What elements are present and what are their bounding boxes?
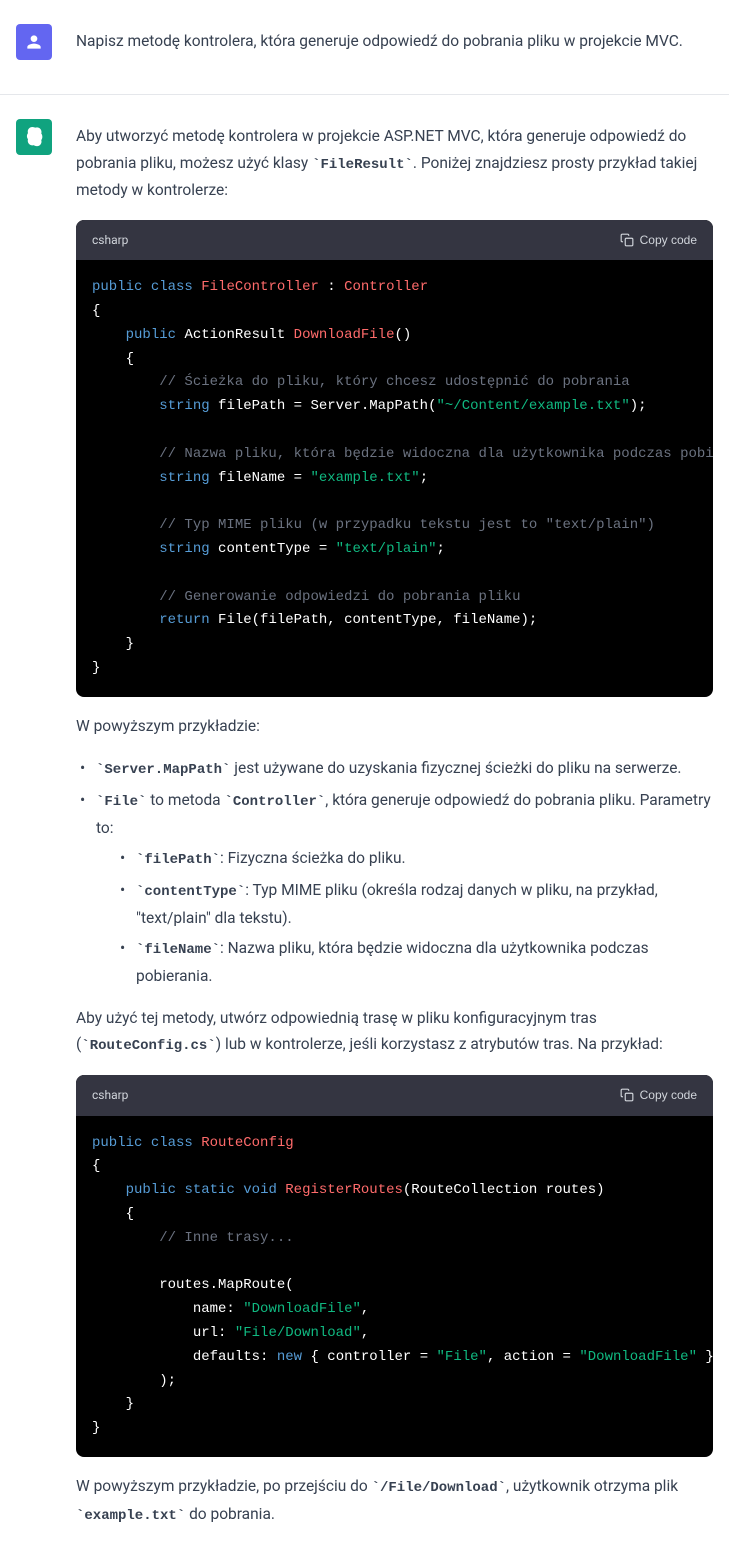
bullet-list: `Server.MapPath` jest używane do uzyskan… — [76, 755, 713, 989]
user-text: Napisz metodę kontrolera, która generuje… — [76, 28, 713, 54]
inline-code: `fileName` — [136, 942, 220, 958]
code-block-2: csharp Copy code public class RouteConfi… — [76, 1075, 713, 1457]
inline-code: `RouteConfig.cs` — [81, 1038, 215, 1054]
inline-code: `Server.MapPath` — [96, 762, 230, 778]
inline-code: `Controller` — [224, 794, 325, 810]
clipboard-icon — [620, 1088, 634, 1102]
code-body[interactable]: public class RouteConfig { public static… — [76, 1116, 713, 1457]
paragraph: Aby użyć tej metody, utwórz odpowiednią … — [76, 1005, 713, 1059]
user-message: Napisz metodę kontrolera, która generuje… — [0, 0, 729, 95]
inline-code: `FileResult` — [312, 157, 413, 173]
clipboard-icon — [620, 233, 634, 247]
code-content: public class FileController : Controller… — [92, 276, 697, 681]
assistant-avatar — [16, 119, 52, 155]
list-item: `File` to metoda `Controller`, która gen… — [76, 787, 713, 989]
list-item: `contentType`: Typ MIME pliku (określa r… — [116, 877, 713, 931]
assistant-content: Aby utworzyć metodę kontrolera w projekc… — [76, 119, 713, 1544]
code-body[interactable]: public class FileController : Controller… — [76, 260, 713, 697]
chat-container: Napisz metodę kontrolera, która generuje… — [0, 0, 729, 1560]
copy-code-button[interactable]: Copy code — [620, 233, 697, 247]
user-content: Napisz metodę kontrolera, która generuje… — [76, 24, 713, 70]
openai-icon — [24, 127, 44, 147]
list-item: `fileName`: Nazwa pliku, która będzie wi… — [116, 935, 713, 989]
paragraph: W powyższym przykładzie: — [76, 713, 713, 739]
user-avatar — [16, 24, 52, 60]
inline-code: `filePath` — [136, 852, 220, 868]
inline-code: `File` — [96, 794, 146, 810]
code-language: csharp — [92, 230, 128, 250]
list-item: `filePath`: Fizyczna ścieżka do pliku. — [116, 845, 713, 873]
code-block-1: csharp Copy code public class FileContro… — [76, 220, 713, 697]
code-language: csharp — [92, 1085, 128, 1105]
person-icon — [24, 32, 44, 52]
inline-code: `/File/Download` — [372, 1480, 506, 1496]
inline-code: `example.txt` — [76, 1508, 185, 1524]
code-header: csharp Copy code — [76, 1075, 713, 1115]
intro-paragraph: Aby utworzyć metodę kontrolera w projekc… — [76, 123, 713, 203]
code-content: public class RouteConfig { public static… — [92, 1132, 697, 1441]
list-item: `Server.MapPath` jest używane do uzyskan… — [76, 755, 713, 783]
assistant-message: Aby utworzyć metodę kontrolera w projekc… — [0, 95, 729, 1560]
code-header: csharp Copy code — [76, 220, 713, 260]
inline-code: `contentType` — [136, 884, 245, 900]
nested-list: `filePath`: Fizyczna ścieżka do pliku. `… — [96, 845, 713, 989]
final-paragraph: W powyższym przykładzie, po przejściu do… — [76, 1473, 713, 1529]
copy-code-button[interactable]: Copy code — [620, 1088, 697, 1102]
